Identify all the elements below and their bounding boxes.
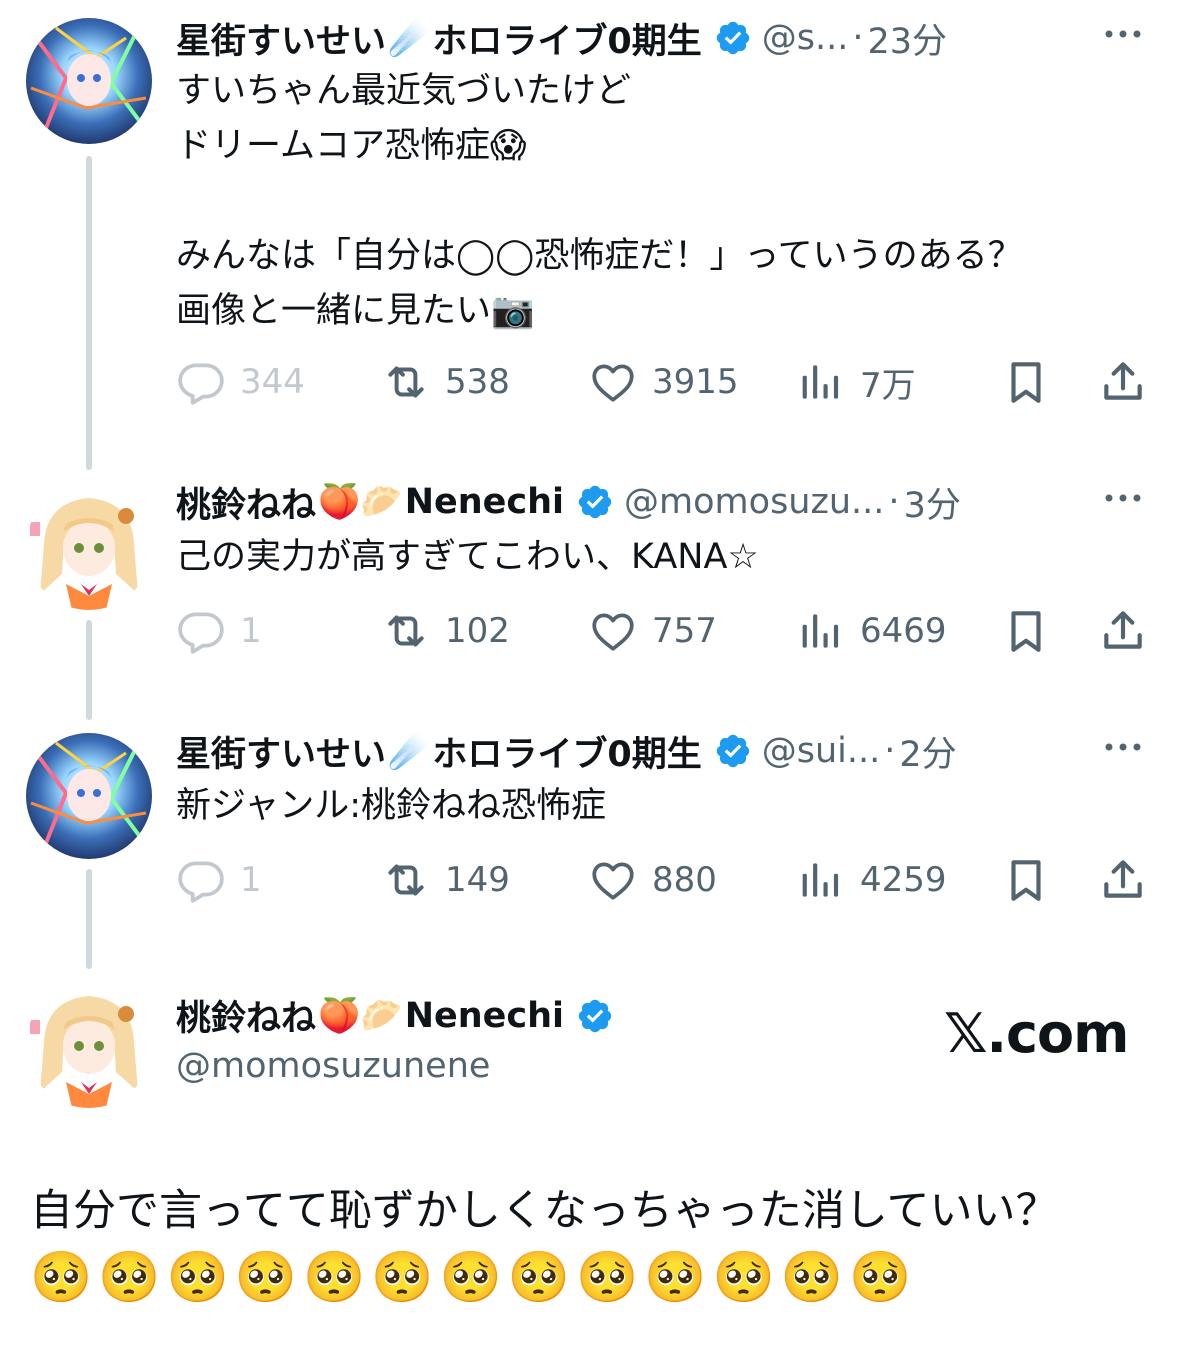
separator-dot: · (852, 18, 864, 58)
display-name-suffix[interactable]: Nenechi (405, 996, 564, 1036)
views-icon (796, 357, 846, 407)
share-button[interactable] (1098, 352, 1148, 412)
tweet-text: すいちゃん最近気づいたけど ドリームコア恐怖症😱 みんなは「自分は◯◯恐怖症だ！… (176, 71, 1023, 331)
avatar[interactable] (26, 982, 152, 1108)
bookmark-icon (1001, 357, 1051, 407)
share-icon (1098, 855, 1148, 905)
user-handle[interactable]: @momosuzu... (624, 482, 884, 522)
share-icon (1098, 606, 1148, 656)
avatar[interactable] (26, 733, 152, 859)
verified-badge-icon (714, 732, 752, 770)
display-name[interactable]: 桃鈴ねね (176, 477, 316, 528)
reply-button[interactable]: 1 (176, 601, 262, 661)
display-name[interactable]: 星街すいせい (176, 13, 386, 64)
name-emoji: 🍑🥟 (318, 482, 403, 522)
reply-count: 344 (240, 362, 305, 402)
more-icon[interactable] (1103, 488, 1143, 508)
like-icon (588, 357, 638, 407)
tweet-text: 己の実力が高すぎてこわい、KANA☆ (176, 537, 759, 577)
view-count: 7万 (860, 365, 916, 406)
action-bar: 344 538 3915 7万 (176, 352, 1156, 412)
retweet-button[interactable]: 538 (381, 352, 510, 412)
thread-line (86, 620, 92, 720)
views-button[interactable]: 4259 (796, 850, 947, 910)
retweet-icon (381, 855, 431, 905)
like-icon (588, 606, 638, 656)
share-button[interactable] (1098, 850, 1148, 910)
verified-badge-icon (576, 483, 614, 521)
more-icon[interactable] (1103, 737, 1143, 757)
share-icon (1098, 357, 1148, 407)
user-handle[interactable]: @momosuzunene (176, 1046, 490, 1086)
author-name-row: 桃鈴ねね 🍑🥟 Nenechi (176, 990, 624, 1041)
display-name[interactable]: 桃鈴ねね (176, 990, 316, 1041)
like-button[interactable]: 3915 (588, 352, 739, 412)
thread-line (86, 869, 92, 969)
display-name-suffix[interactable]: ホロライブ0期生 (432, 13, 701, 64)
post-text: 自分で言ってて恥ずかしくなっちゃった消していい？ (30, 1186, 1059, 1236)
separator-dot: · (888, 482, 900, 522)
retweet-button[interactable]: 149 (381, 850, 510, 910)
name-emoji: ☄️ (388, 18, 431, 58)
avatar[interactable] (26, 18, 152, 144)
like-icon (588, 855, 638, 905)
bookmark-button[interactable] (1001, 850, 1051, 910)
like-count: 880 (652, 860, 717, 900)
bookmark-button[interactable] (1001, 352, 1051, 412)
views-button[interactable]: 6469 (796, 601, 947, 661)
bookmark-button[interactable] (1001, 601, 1051, 661)
thread-line (86, 156, 92, 470)
retweet-count: 149 (445, 860, 510, 900)
tweet-header: 桃鈴ねね 🍑🥟 Nenechi @momosuzu... · 3分 (176, 478, 1149, 526)
x-com-logo: 𝕏.com (944, 1002, 1129, 1065)
name-emoji: 🍑🥟 (318, 995, 403, 1036)
retweet-count: 102 (445, 611, 510, 651)
views-icon (796, 855, 846, 905)
tweet-header: 星街すいせい ☄️ ホロライブ0期生 @sui... · 2分 (176, 727, 1149, 775)
separator-dot: · (884, 731, 896, 771)
tweet-text: 新ジャンル:桃鈴ねね恐怖症 (176, 786, 607, 826)
action-bar: 1 149 880 4259 (176, 850, 1156, 910)
display-name[interactable]: 星街すいせい (176, 726, 386, 777)
avatar[interactable] (26, 484, 152, 610)
timestamp[interactable]: 23分 (867, 13, 947, 64)
display-name-suffix[interactable]: Nenechi (405, 482, 564, 522)
action-bar: 1 102 757 6469 (176, 601, 1156, 661)
retweet-button[interactable]: 102 (381, 601, 510, 661)
share-button[interactable] (1098, 601, 1148, 661)
reply-button[interactable]: 1 (176, 850, 262, 910)
view-count: 4259 (860, 860, 947, 900)
retweet-icon (381, 606, 431, 656)
verified-badge-icon (576, 997, 614, 1035)
like-button[interactable]: 757 (588, 601, 717, 661)
display-name-suffix[interactable]: ホロライブ0期生 (432, 726, 701, 777)
like-count: 757 (652, 611, 717, 651)
views-button[interactable]: 7万 (796, 352, 916, 412)
reply-count: 1 (240, 860, 262, 900)
reply-icon (176, 606, 226, 656)
retweet-icon (381, 357, 431, 407)
views-icon (796, 606, 846, 656)
like-count: 3915 (652, 362, 739, 402)
view-count: 6469 (860, 611, 947, 651)
pleading-emoji-row: 🥺🥺🥺🥺🥺🥺🥺🥺🥺🥺🥺🥺🥺 (30, 1248, 918, 1306)
bookmark-icon (1001, 606, 1051, 656)
bookmark-icon (1001, 855, 1051, 905)
reply-button[interactable]: 344 (176, 352, 305, 412)
retweet-count: 538 (445, 362, 510, 402)
name-emoji: ☄️ (388, 731, 431, 771)
reply-icon (176, 357, 226, 407)
user-handle[interactable]: @sui... (762, 731, 881, 771)
focused-post: 桃鈴ねね 🍑🥟 Nenechi @momosuzunene 𝕏.com 自分で言… (0, 976, 1179, 1353)
reply-icon (176, 855, 226, 905)
more-icon[interactable] (1103, 24, 1143, 44)
tweet-header: 星街すいせい ☄️ ホロライブ0期生 @s... · 23分 (176, 14, 1149, 62)
like-button[interactable]: 880 (588, 850, 717, 910)
timestamp[interactable]: 3分 (904, 477, 961, 528)
timestamp[interactable]: 2分 (899, 726, 956, 777)
verified-badge-icon (714, 19, 752, 57)
reply-count: 1 (240, 611, 262, 651)
user-handle[interactable]: @s... (762, 18, 849, 58)
